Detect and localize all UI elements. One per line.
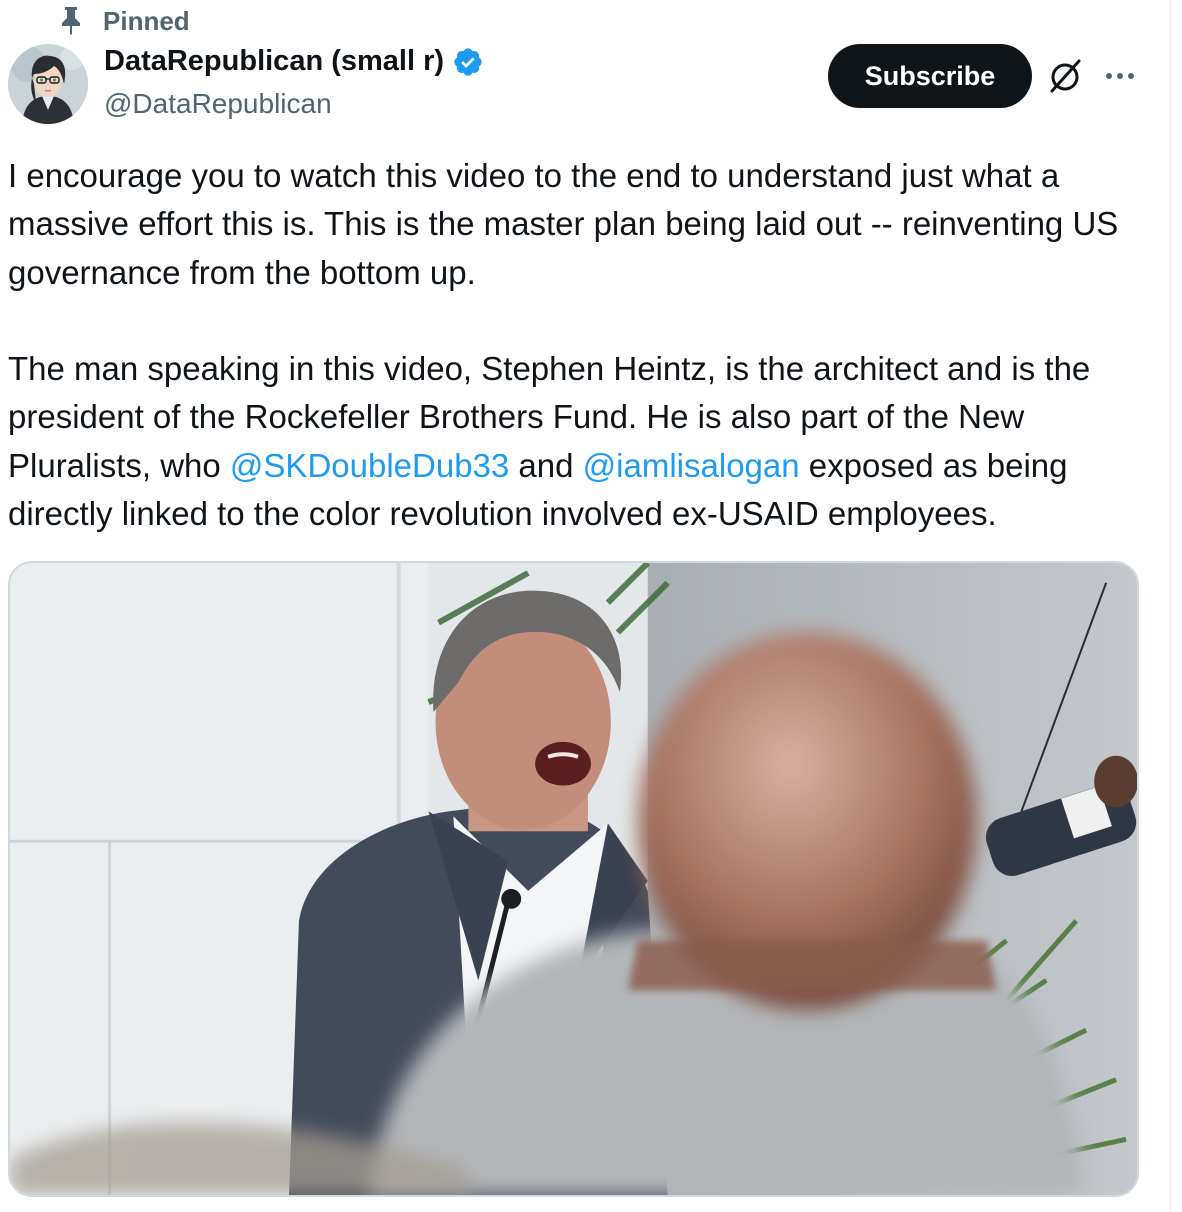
verified-badge-icon[interactable] [452,46,484,78]
pinned-indicator: Pinned [57,4,190,36]
pin-icon [62,7,80,35]
more-dot [1128,73,1134,79]
tweet-text-segment: and [509,446,583,484]
tweet-paragraph-1: I encourage you to watch this video to t… [8,157,1128,291]
tweet-text: I encourage you to watch this video to t… [8,152,1166,538]
tweet-paragraph-2: The man speaking in this video, Stephen … [8,345,1166,538]
tweet-paragraph-spacer [8,297,1166,345]
mention-link[interactable]: @iamlisalogan [583,447,800,484]
more-dot [1117,73,1123,79]
video-thumbnail[interactable] [8,561,1139,1197]
display-name[interactable]: DataRepublican (small r) [104,45,444,78]
more-dot [1106,73,1112,79]
mention-link[interactable]: @SKDoubleDub33 [230,447,509,484]
author-handle[interactable]: @DataRepublican [104,88,332,120]
grok-icon[interactable] [1046,57,1084,95]
pinned-label: Pinned [103,6,190,36]
timeline-border [1169,0,1171,1212]
subscribe-button[interactable]: Subscribe [828,44,1032,108]
avatar[interactable] [8,44,88,124]
more-options-icon[interactable] [1102,62,1138,90]
display-name-row[interactable]: DataRepublican (small r) [104,45,484,78]
